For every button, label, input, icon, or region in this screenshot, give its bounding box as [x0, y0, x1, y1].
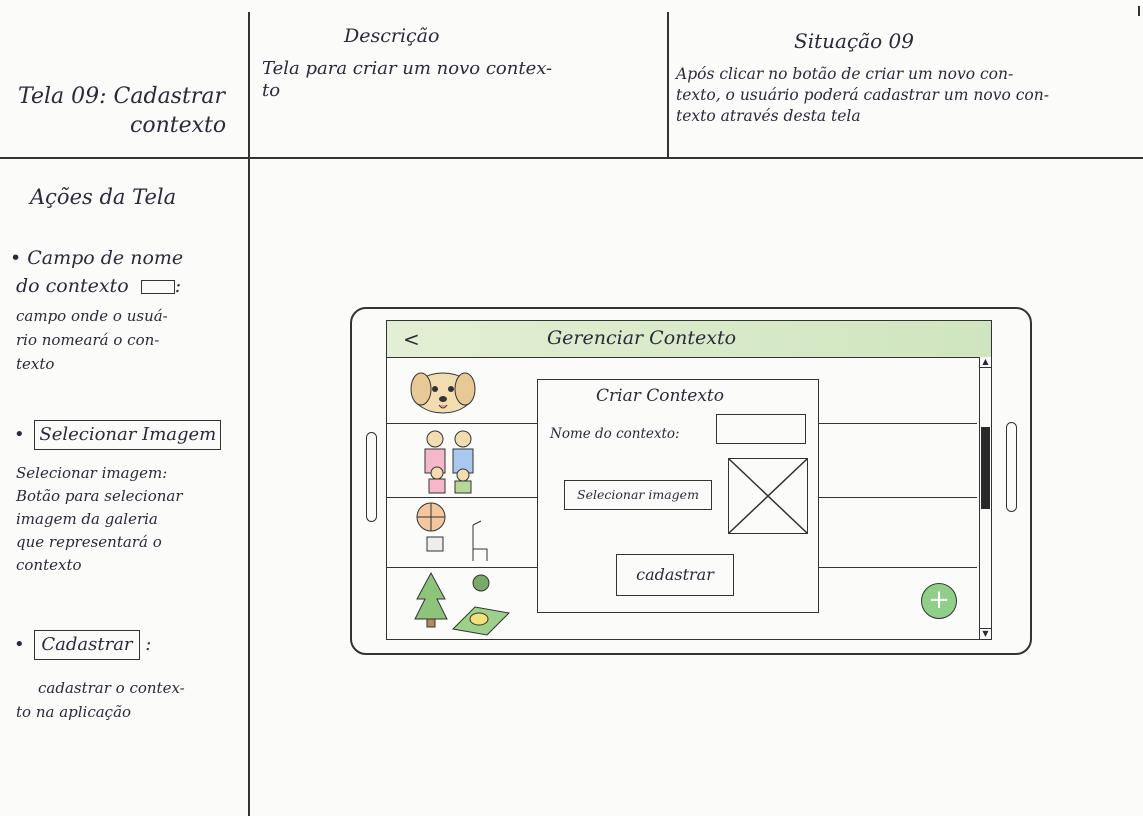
action-select-image: • Selecionar Imagem — [14, 420, 222, 450]
description-line1: Tela para criar um novo contex- — [262, 58, 553, 79]
description-line2: to — [262, 80, 281, 101]
dialog-title: Criar Contexto — [596, 386, 724, 406]
image-placeholder — [728, 458, 808, 534]
corner-mark — [1138, 6, 1140, 16]
dog-icon — [387, 357, 535, 423]
action-register: • Cadastrar : — [14, 630, 151, 660]
action2-description: Selecionar imagem: Botão para selecionar… — [16, 462, 183, 577]
app-title: Gerenciar Contexto — [547, 327, 737, 349]
description-heading: Descrição — [344, 25, 440, 47]
header-col-divider — [667, 12, 669, 158]
situation-text: Após clicar no botão de criar um novo co… — [676, 64, 1049, 127]
scroll-up-icon[interactable]: ▲ — [980, 357, 991, 368]
field-sketch-icon — [140, 280, 175, 294]
phone-side-button-right — [1006, 422, 1017, 512]
family-icon — [387, 423, 535, 497]
description-text: Tela para criar um novo contex- to — [262, 58, 552, 102]
phone-screen: < Gerenciar Contexto ▲ ▼ + Criar Context… — [386, 320, 992, 640]
action1-desc3: texto — [16, 355, 55, 373]
screen-title-line2: contexto — [130, 113, 227, 138]
toys-icon — [387, 497, 535, 567]
submit-button[interactable]: cadastrar — [616, 554, 734, 596]
action1-desc1: campo onde o usuá- — [16, 307, 168, 325]
select-image-button[interactable]: Selecionar imagem — [564, 480, 712, 510]
screen-title: Tela 09: Cadastrar contexto — [18, 84, 226, 138]
action1-desc2: rio nomeará o con- — [16, 331, 160, 349]
action3-desc1: cadastrar o contex- — [38, 679, 185, 697]
action3-desc2: to na aplicação — [16, 703, 132, 721]
situation-heading: Situação 09 — [794, 29, 914, 53]
action3-description: cadastrar o contex- to na aplicação — [16, 676, 185, 724]
context-name-label: Nome do contexto: — [550, 426, 680, 442]
action2-desc4: que representará o — [16, 533, 162, 551]
action2-desc2: Botão para selecionar — [16, 487, 183, 505]
scroll-thumb[interactable] — [981, 427, 990, 509]
context-name-input[interactable] — [716, 414, 806, 444]
back-icon[interactable]: < — [403, 327, 420, 351]
action2-desc5: contexto — [16, 556, 82, 574]
action1-description: campo onde o usuá- rio nomeará o con- te… — [16, 304, 168, 376]
select-image-sketch-button: Selecionar Imagem — [34, 420, 222, 450]
scrollbar[interactable]: ▲ ▼ — [979, 357, 991, 639]
action1-line2: do contexto — [16, 275, 129, 297]
holidays-icon — [387, 567, 535, 639]
action1-line1: • Campo de nome — [10, 247, 184, 269]
bullet: • — [14, 424, 25, 445]
add-context-button[interactable]: + — [921, 583, 957, 619]
situation-line1: Após clicar no botão de criar um novo co… — [676, 65, 1014, 83]
action2-desc3: imagem da galeria — [16, 510, 158, 528]
header-divider — [0, 157, 1143, 159]
colon-mark: : — [145, 634, 152, 655]
phone-side-button-left — [366, 432, 377, 522]
create-context-dialog: Criar Contexto Nome do contexto: Selecio… — [537, 379, 819, 613]
sidebar-heading: Ações da Tela — [30, 185, 177, 209]
register-sketch-button: Cadastrar — [34, 630, 140, 660]
scroll-down-icon[interactable]: ▼ — [980, 628, 991, 639]
plus-icon: + — [928, 585, 950, 615]
situation-line3: texto através desta tela — [676, 107, 861, 125]
action-name-field: • Campo de nome do contexto : — [10, 244, 183, 300]
image-placeholder-icon — [728, 458, 808, 534]
colon-mark: : — [174, 275, 182, 297]
situation-line2: texto, o usuário poderá cadastrar um nov… — [676, 86, 1049, 104]
bullet: • — [14, 634, 25, 655]
screen-title-line1: Tela 09: Cadastrar — [18, 84, 225, 109]
action2-desc1: Selecionar imagem: — [16, 464, 168, 482]
action1-line2-wrap: do contexto : — [10, 272, 183, 300]
app-bar: < Gerenciar Contexto — [387, 321, 991, 358]
sidebar-divider — [248, 12, 250, 816]
